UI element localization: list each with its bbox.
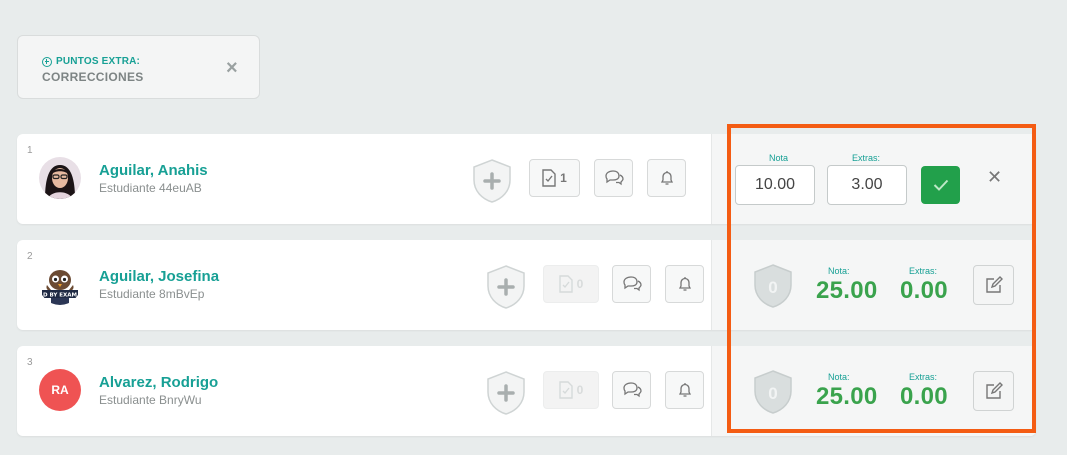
bell-icon <box>678 276 691 291</box>
shield-plus-icon[interactable] <box>471 158 513 204</box>
student-row: 3 RA Alvarez, Rodrigo Estudiante BnryWu … <box>17 346 1036 436</box>
bell-icon <box>660 170 673 185</box>
doc-check-icon <box>558 275 573 293</box>
shield-plus-icon[interactable] <box>485 264 527 310</box>
chat-icon <box>604 170 624 186</box>
comments-button[interactable] <box>612 265 651 303</box>
grade-view-panel: 0 Nota: 25.00 Extras: 0.00 <box>711 346 1036 436</box>
extra-points-filter-chip: PUNTOS EXTRA: CORRECCIONES × <box>17 35 260 99</box>
shield-icon: 0 <box>752 263 794 309</box>
close-icon[interactable]: × <box>226 57 238 80</box>
avatar: D BY EXAM <box>39 263 81 305</box>
shield-icon: 0 <box>752 369 794 415</box>
doc-check-icon <box>542 169 556 187</box>
bell-icon <box>678 382 691 397</box>
nota-input[interactable] <box>735 165 815 205</box>
shield-plus-icon[interactable] <box>485 370 527 416</box>
filter-label: PUNTOS EXTRA: <box>42 56 140 67</box>
avatar: RA <box>39 369 81 411</box>
edit-icon <box>985 276 1003 293</box>
shield-value: 0 <box>768 278 777 297</box>
chat-icon <box>622 382 642 398</box>
check-icon <box>933 179 948 191</box>
documents-button[interactable]: 0 <box>543 265 599 303</box>
notify-button[interactable] <box>647 159 686 197</box>
edit-grade-button[interactable] <box>973 371 1014 411</box>
notify-button[interactable] <box>665 265 704 303</box>
documents-count: 0 <box>576 277 584 291</box>
student-id: Estudiante 44euAB <box>99 181 202 195</box>
documents-count: 0 <box>576 383 584 397</box>
chat-icon <box>622 276 642 292</box>
nota-value: 25.00 <box>816 383 878 410</box>
student-id: Estudiante BnryWu <box>99 393 202 407</box>
nota-label: Nota: <box>828 266 850 276</box>
svg-text:D BY EXAM: D BY EXAM <box>43 293 77 299</box>
confirm-button[interactable] <box>921 166 960 204</box>
extras-input[interactable] <box>827 165 907 205</box>
documents-button[interactable]: 0 <box>543 371 599 409</box>
filter-label-text: PUNTOS EXTRA: <box>56 56 141 67</box>
student-row: 1 Aguilar, Anahis Estudiante 44euAB 1 No… <box>17 134 1036 224</box>
row-number: 3 <box>27 357 33 368</box>
filter-value: CORRECCIONES <box>42 70 144 84</box>
student-name[interactable]: Aguilar, Anahis <box>99 162 208 179</box>
grade-view-panel: 0 Nota: 25.00 Extras: 0.00 <box>711 240 1036 330</box>
extras-label: Extras: <box>852 153 881 163</box>
cancel-edit-icon[interactable]: ✕ <box>987 167 1002 188</box>
extras-label: Extras: <box>909 266 938 276</box>
student-name[interactable]: Alvarez, Rodrigo <box>99 374 218 391</box>
documents-count: 1 <box>560 171 567 185</box>
add-circle-icon <box>42 56 52 67</box>
notify-button[interactable] <box>665 371 704 409</box>
documents-button[interactable]: 1 <box>529 159 580 197</box>
extras-label: Extras: <box>909 372 938 382</box>
shield-value: 0 <box>768 384 777 403</box>
grade-edit-panel: Nota Extras: ✕ <box>711 134 1036 224</box>
comments-button[interactable] <box>594 159 633 197</box>
edit-grade-button[interactable] <box>973 265 1014 305</box>
extras-value: 0.00 <box>900 383 948 410</box>
extras-value: 0.00 <box>900 277 948 304</box>
nota-value: 25.00 <box>816 277 878 304</box>
student-id: Estudiante 8mBvEp <box>99 287 205 301</box>
student-name[interactable]: Aguilar, Josefina <box>99 268 219 285</box>
doc-check-icon <box>558 381 573 399</box>
edit-icon <box>985 382 1003 399</box>
nota-label: Nota <box>769 153 789 163</box>
row-number: 2 <box>27 251 33 262</box>
avatar <box>39 157 81 199</box>
nota-label: Nota: <box>828 372 850 382</box>
comments-button[interactable] <box>612 371 651 409</box>
row-number: 1 <box>27 145 33 156</box>
student-row: 2 D BY EXAM Aguilar, Josefina Estudiante… <box>17 240 1036 330</box>
